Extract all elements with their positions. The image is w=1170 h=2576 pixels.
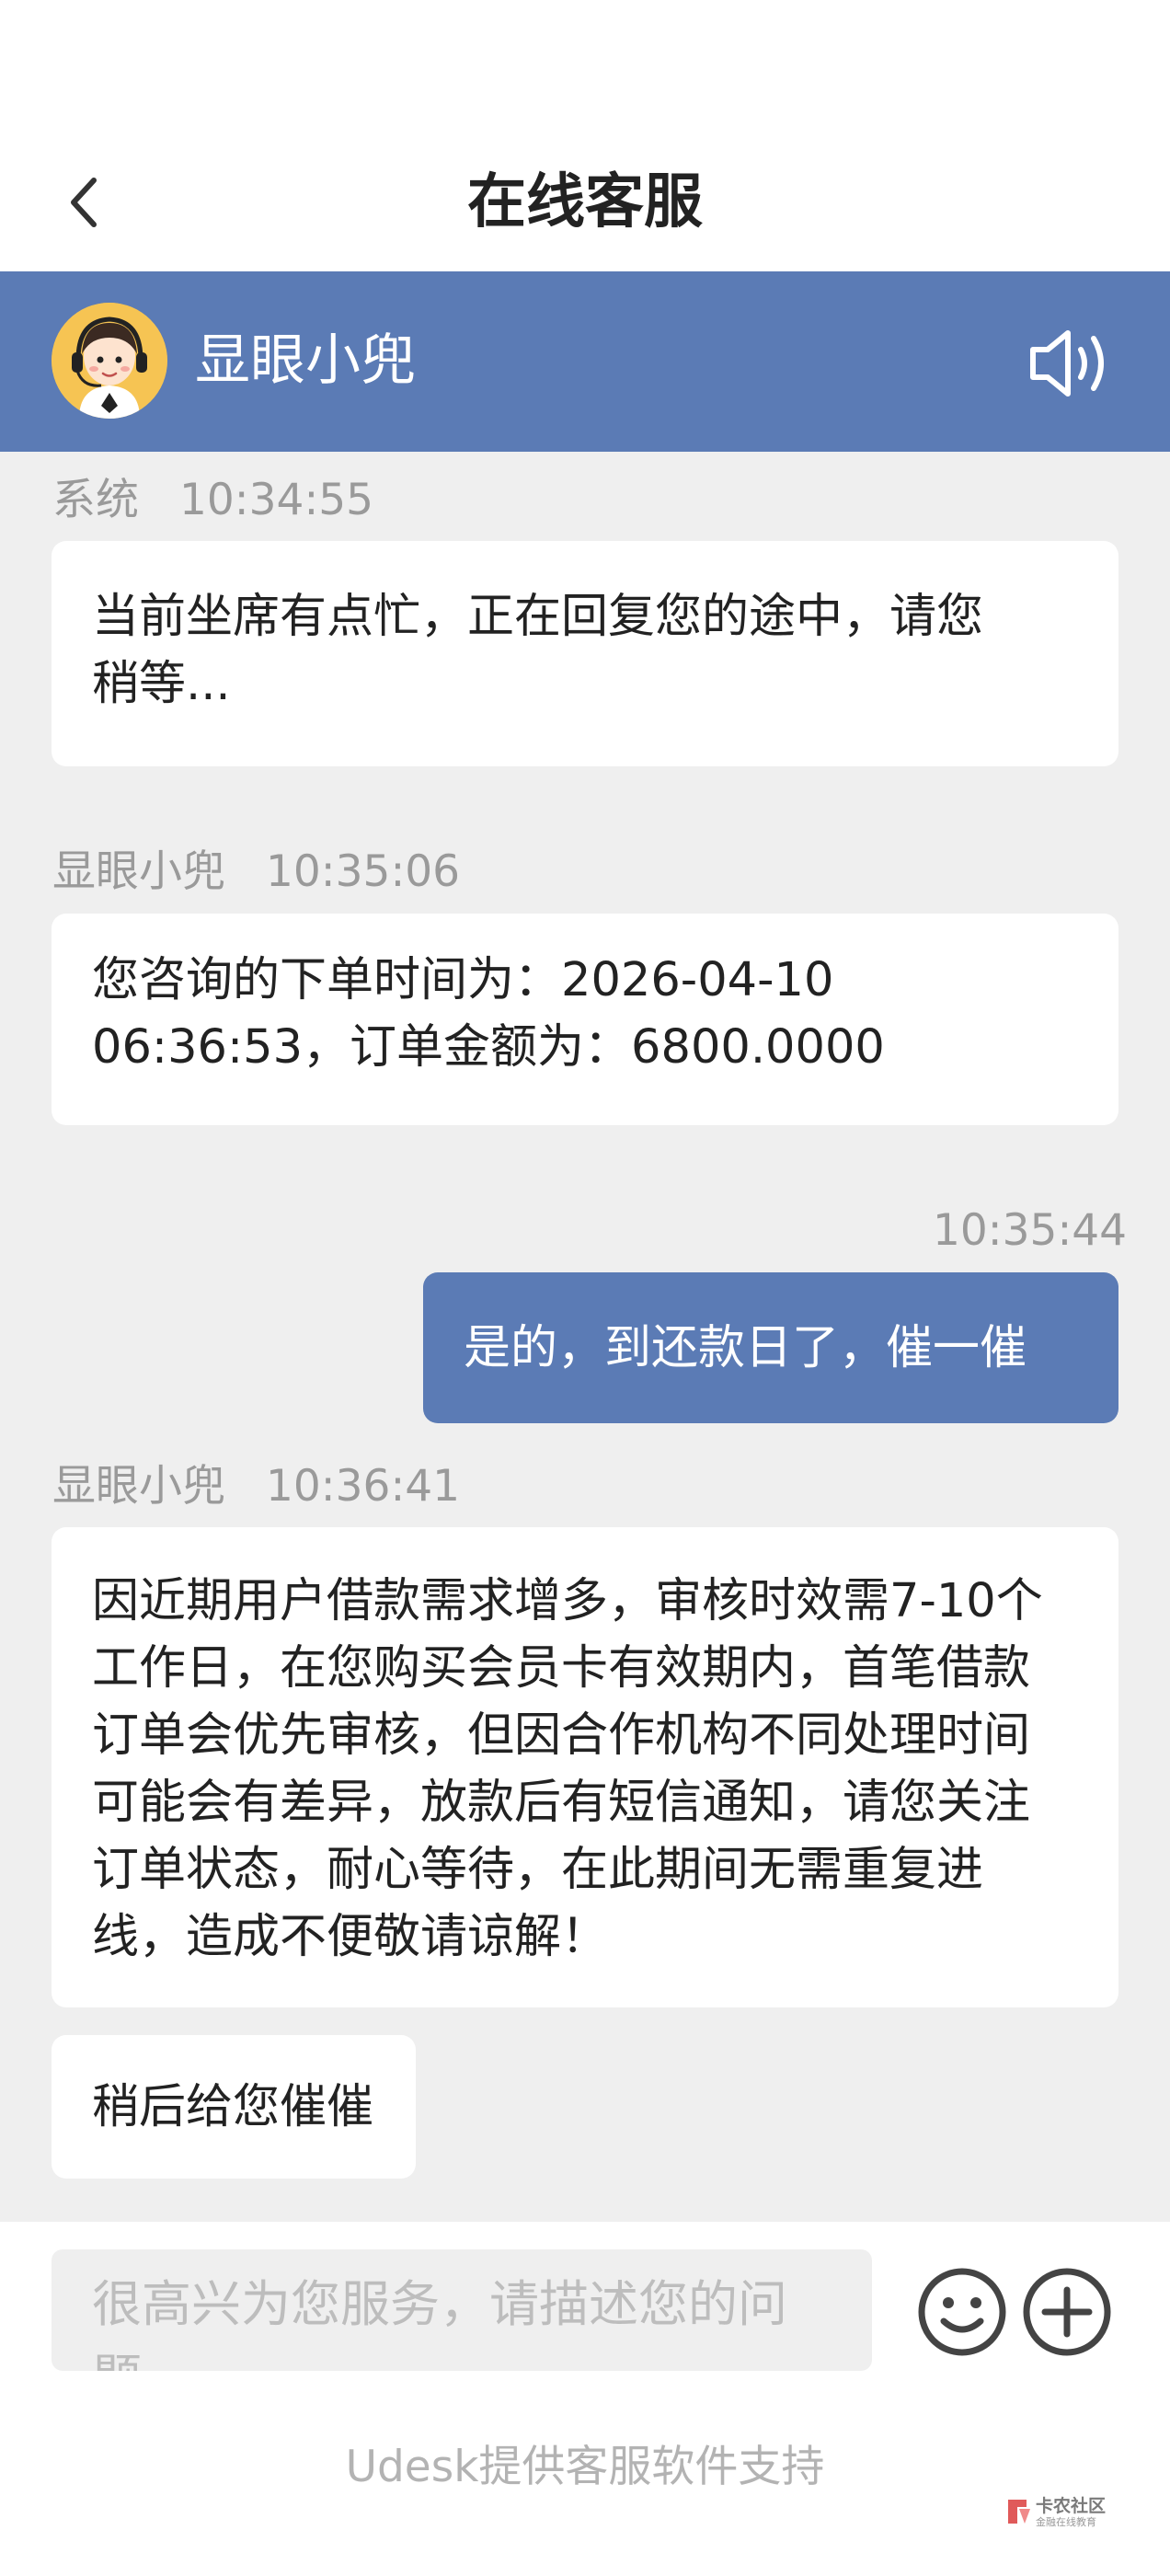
message-text-line: 因近期用户借款需求增多，审核时效需7-10个: [92, 1574, 1043, 1628]
top-bar: 在线客服: [0, 0, 1170, 271]
plus-circle-icon: [1023, 2268, 1111, 2356]
message-input[interactable]: 很高兴为您服务，请描述您的问 题: [52, 2249, 872, 2371]
message-sender: 系统: [52, 475, 139, 525]
message-text-line: 稍等...: [92, 657, 231, 711]
message-bubble: 因近期用户借款需求增多，审核时效需7-10个 工作日，在您购买会员卡有效期内，首…: [52, 1527, 1118, 2007]
message-text-line: 工作日，在您购买会员卡有效期内，首笔借款: [92, 1641, 1031, 1696]
message-bubble: 稍后给您催催: [52, 2035, 416, 2179]
message-sender: 显眼小兜: [52, 846, 225, 897]
message-time: 10:36:41: [266, 1461, 461, 1512]
watermark-logo-icon: [1008, 2500, 1030, 2524]
message-text-line: 是的，到还款日了，催一催: [464, 1321, 1027, 1375]
message-bubble: 您咨询的下单时间为：2026-04-10 06:36:53，订单金额为：6800…: [52, 914, 1118, 1125]
message-meta: 显眼小兜 10:36:41: [52, 1459, 460, 1514]
sound-toggle-button[interactable]: [1026, 322, 1118, 405]
emoji-button[interactable]: [916, 2266, 1008, 2358]
watermark-text: 卡农社区: [1036, 2496, 1107, 2516]
message-meta: 系统 10:34:55: [52, 473, 373, 528]
message-text-line: 稍后给您催催: [92, 2080, 374, 2134]
message-text-line: 当前坐席有点忙，正在回复您的途中，请您: [92, 590, 984, 644]
watermark: 卡农社区 金融在线教育: [1003, 2490, 1150, 2536]
my-message-bubble: 是的，到还款日了，催一催: [423, 1272, 1118, 1423]
agent-name: 显眼小兜: [195, 328, 416, 393]
agent-header: 显眼小兜: [0, 271, 1170, 452]
input-placeholder-line: 很高兴为您服务，请描述您的问: [92, 2275, 787, 2333]
message-text-line: 可能会有差异，放款后有短信通知，请您关注: [92, 1776, 1031, 1830]
message-time: 10:34:55: [179, 475, 374, 525]
agent-avatar: [52, 303, 167, 419]
message-text-line: 06:36:53，订单金额为：6800.0000: [92, 1020, 885, 1075]
powered-by-text: Udesk提供客服软件支持: [345, 2442, 825, 2492]
message-meta: 显眼小兜 10:35:06: [52, 845, 460, 900]
message-bubble: 当前坐席有点忙，正在回复您的途中，请您 稍等...: [52, 541, 1118, 766]
message-text-line: 订单状态，耐心等待，在此期间无需重复进: [92, 1843, 984, 1897]
input-placeholder-line: 题: [92, 2341, 832, 2371]
message-sender: 显眼小兜: [52, 1461, 225, 1512]
message-time: 10:35:06: [266, 846, 461, 897]
message-text-line: 您咨询的下单时间为：2026-04-10: [92, 953, 834, 1007]
message-time: 10:35:44: [933, 1205, 1128, 1256]
message-text-line: 线，造成不便敬请谅解！: [92, 1910, 609, 1964]
speaker-icon: [1030, 330, 1104, 397]
page-title: 在线客服: [467, 168, 703, 236]
smiley-icon: [918, 2268, 1006, 2356]
watermark-subtext: 金融在线教育: [1036, 2516, 1096, 2528]
message-text-line: 订单会优先审核，但因合作机构不同处理时间: [92, 1708, 1031, 1763]
customer-service-avatar-icon: [52, 303, 167, 419]
input-area: 很高兴为您服务，请描述您的问 题 Udesk提供客服软件支持 卡农社区 金融在线…: [0, 2222, 1170, 2576]
more-options-button[interactable]: [1021, 2266, 1113, 2358]
